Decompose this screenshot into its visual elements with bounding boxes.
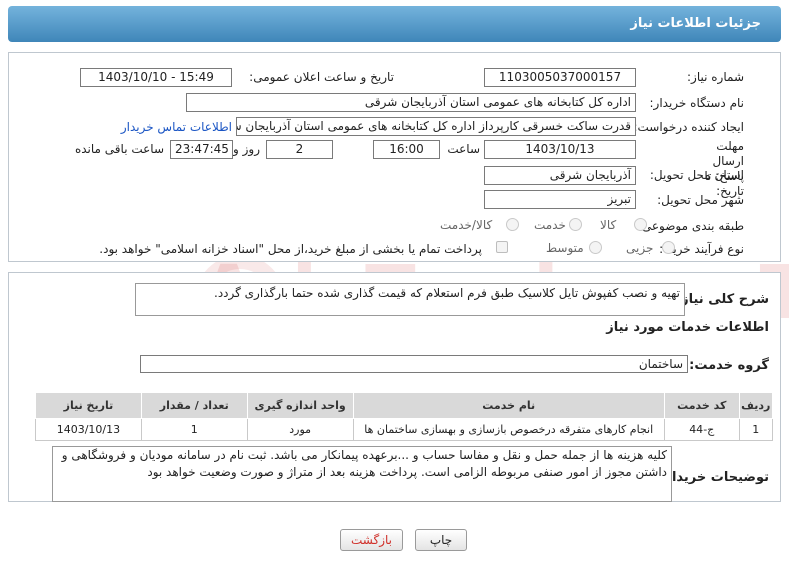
col-service-name: نام خدمت (352, 392, 665, 419)
need-number-field: 1103005037000157 (484, 68, 636, 87)
col-need-date: تاریخ نیاز (35, 392, 142, 419)
delivery-city-field: تبریز (484, 190, 636, 209)
need-summary-textarea[interactable]: تهیه و نصب کفپوش تایل کلاسیک طبق فرم است… (135, 283, 685, 316)
col-quantity: تعداد / مقدار (140, 392, 248, 419)
services-heading: اطلاعات خدمات مورد نیاز (606, 320, 769, 335)
category-option-service: خدمت (534, 218, 566, 232)
cell-need-date: 1403/10/13 (35, 418, 142, 441)
treasury-payment-note: پرداخت تمام یا بخشی از مبلغ خرید،از محل … (99, 242, 482, 256)
process-radio-minor[interactable] (662, 241, 675, 254)
cell-quantity: 1 (140, 418, 248, 441)
time-remaining-field: 23:47:45 (170, 140, 233, 159)
service-group-field: ساختمان (140, 355, 688, 373)
need-number-label: شماره نیاز: (687, 70, 744, 84)
deadline-date-field: 1403/10/13 (484, 140, 636, 159)
cell-service-code: ج-44 (663, 418, 740, 441)
buyer-org-label: نام دستگاه خریدار: (649, 96, 745, 110)
services-table-header-row: ردیف کد خدمت نام خدمت واحد اندازه گیری ت… (35, 392, 774, 419)
category-option-goods-service: کالا/خدمت (440, 218, 493, 232)
category-option-goods: کالا (600, 218, 617, 232)
announce-date-label: تاریخ و ساعت اعلان عمومی: (249, 70, 394, 84)
col-service-code: کد خدمت (663, 392, 740, 419)
service-group-label: گروه خدمت: (689, 358, 769, 373)
category-label: طبقه بندی موضوعی: (637, 219, 744, 233)
services-table: ردیف کد خدمت نام خدمت واحد اندازه گیری ت… (35, 392, 774, 441)
process-option-medium: متوسط (546, 241, 584, 255)
buyer-contact-link[interactable]: اطلاعات تماس خریدار (121, 120, 232, 134)
treasury-payment-checkbox[interactable] (496, 241, 508, 253)
category-radio-service[interactable] (569, 218, 582, 231)
deadline-time-field: 16:00 (373, 140, 440, 159)
table-row: 1 ج-44 انجام کارهای متفرقه درخصوص بازساز… (35, 418, 774, 441)
announce-date-field: 1403/10/10 - 15:49 (80, 68, 232, 87)
delivery-province-field: آذربایجان شرقی (484, 166, 636, 185)
print-button[interactable]: چاپ (415, 529, 467, 551)
col-unit: واحد اندازه گیری (246, 392, 354, 419)
buyer-notes-textarea[interactable]: کلیه هزینه ها از جمله حمل و نقل و مفاسا … (52, 446, 672, 502)
need-summary-label: شرح کلی نیاز: (675, 292, 769, 307)
cell-unit: مورد (246, 418, 354, 441)
process-radio-medium[interactable] (589, 241, 602, 254)
process-option-minor: جزیی (626, 241, 654, 255)
buyer-notes-label: توضیحات خریدار: (659, 470, 769, 485)
cell-service-name: انجام کارهای متفرقه درخصوص بازسازی و بهس… (352, 418, 665, 441)
request-creator-field: قدرت ساکت خسرقی کارپرداز اداره کل کتابخا… (236, 117, 636, 136)
days-remaining-field: 2 (266, 140, 333, 159)
time-remaining-label: ساعت باقی مانده (74, 142, 164, 156)
page-title: جزئیات اطلاعات نیاز (630, 16, 761, 31)
days-label: روز و (233, 142, 260, 156)
cell-row-number: 1 (738, 418, 774, 441)
deadline-time-label: ساعت (447, 142, 480, 156)
category-radio-goods-service[interactable] (506, 218, 519, 231)
delivery-city-label: شهر محل تحویل: (657, 193, 744, 207)
col-row-number: ردیف (738, 392, 774, 419)
buyer-org-field: اداره کل کتابخانه های عمومی استان آذربای… (186, 93, 636, 112)
back-button[interactable]: بازگشت (340, 529, 403, 551)
category-radio-goods[interactable] (634, 218, 647, 231)
delivery-province-label: استان محل تحویل: (649, 168, 744, 182)
request-creator-label: ایجاد کننده درخواست: (633, 120, 744, 134)
page-header: جزئیات اطلاعات نیاز (8, 6, 781, 42)
